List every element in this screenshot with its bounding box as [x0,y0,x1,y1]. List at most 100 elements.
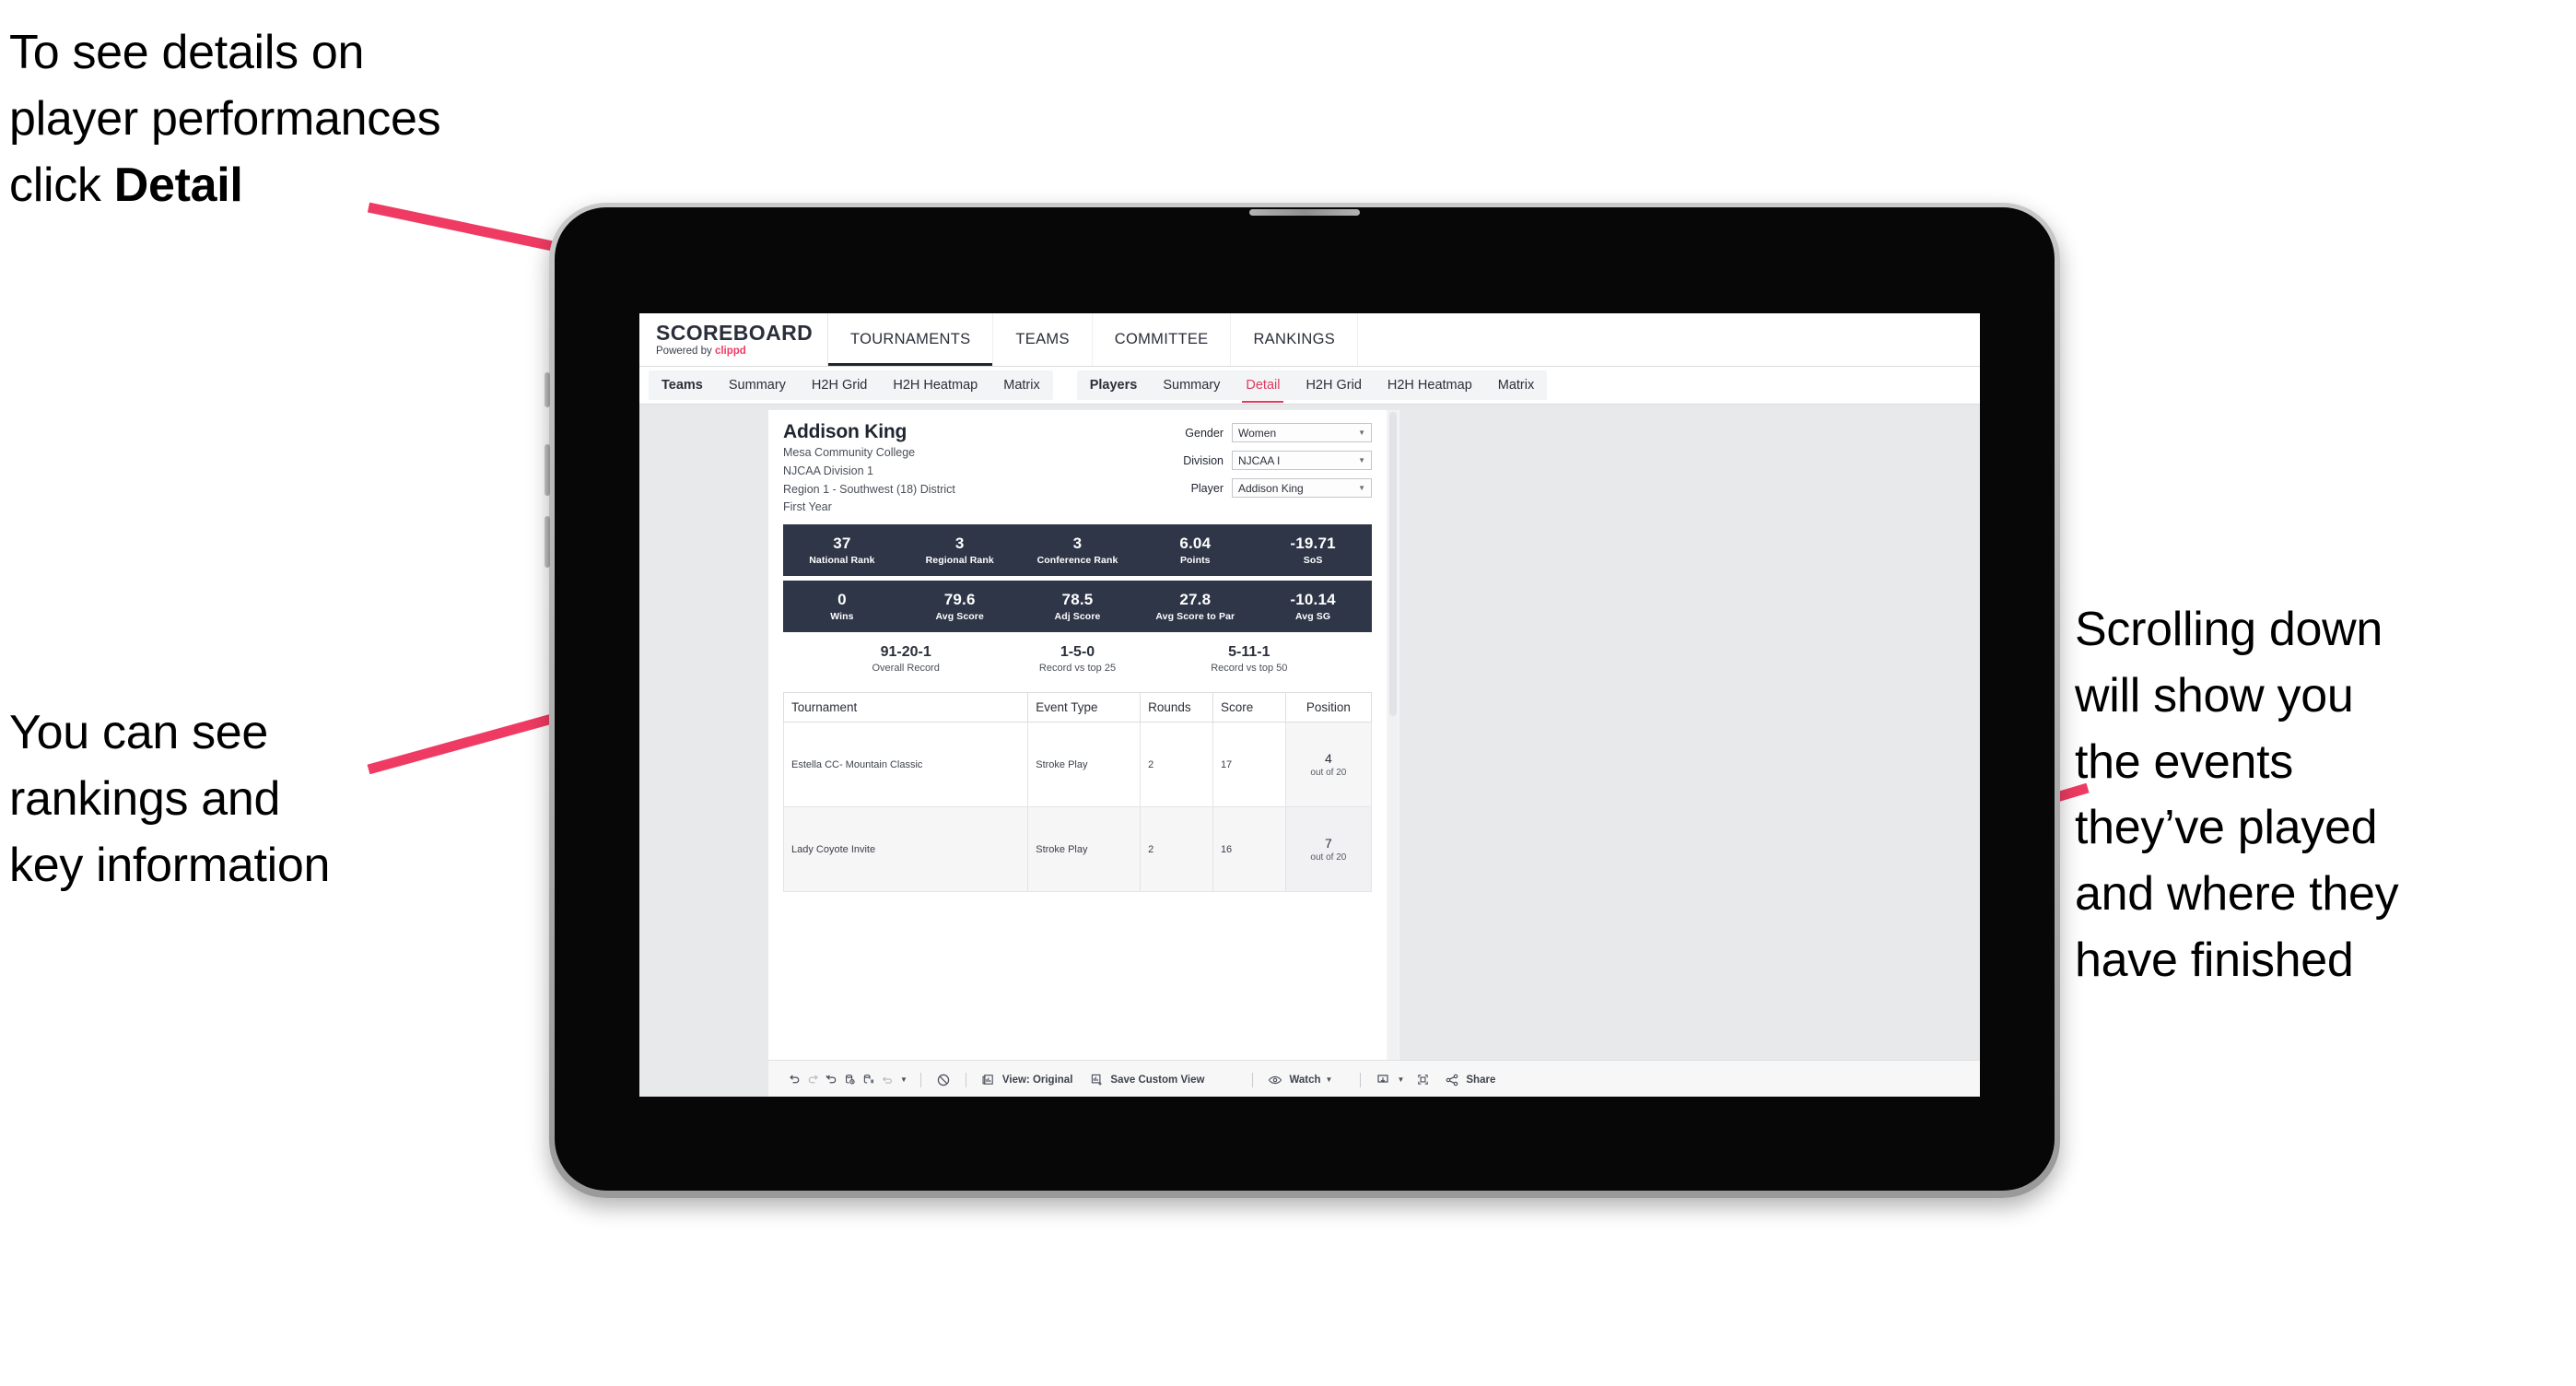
tablet-power-button[interactable] [544,372,550,407]
player-header: Addison King Mesa Community College NJCA… [783,421,1372,516]
subtab-players-h2h-heatmap[interactable]: H2H Heatmap [1375,370,1485,400]
brand-logo[interactable]: SCOREBOARD Powered by clippd [639,313,828,366]
player-region: Region 1 - Southwest (18) District [783,482,955,496]
col-rounds[interactable]: Rounds [1140,692,1213,723]
filter-player-value: Addison King [1238,481,1304,495]
pause-data-icon[interactable] [859,1071,877,1089]
stat-label: Adj Score [1054,611,1101,623]
player-identity: Addison King Mesa Community College NJCA… [783,421,955,516]
filter-gender-label: Gender [1185,426,1224,440]
cell-tournament: Estella CC- Mountain Classic [782,722,1029,808]
toolbar-divider [919,1072,921,1087]
table-row[interactable]: Lady Coyote Invite Stroke Play 2 16 7 ou… [782,806,1373,893]
tablet-volume-down-button[interactable] [544,516,550,568]
pause-updates-icon[interactable] [877,1071,896,1089]
stat-national-rank: 37 National Rank [783,534,901,567]
chevron-down-icon: ▼ [1358,456,1365,464]
filter-division-value: NJCAA I [1238,453,1281,467]
share-icon [1443,1071,1461,1089]
stat-value: -10.14 [1290,590,1336,608]
redo-icon[interactable] [803,1071,822,1089]
fullscreen-icon[interactable] [1413,1071,1432,1089]
filter-gender-select[interactable]: Women ▼ [1232,423,1372,442]
top-navigation-bar: SCOREBOARD Powered by clippd TOURNAMENTS… [639,313,1980,367]
dashboard-canvas: Addison King Mesa Community College NJCA… [639,405,1980,1097]
highlight-icon[interactable] [934,1071,953,1089]
save-custom-view-button[interactable]: Save Custom View [1087,1071,1204,1089]
download-icon[interactable] [1374,1071,1392,1089]
share-button[interactable]: Share [1443,1071,1495,1089]
nav-tournaments[interactable]: TOURNAMENTS [828,313,994,366]
cell-tournament: Lady Coyote Invite [782,806,1029,893]
filter-player-label: Player [1190,481,1224,495]
stat-label: Avg Score [935,611,984,623]
filter-player: Player Addison King ▼ [1142,478,1372,498]
chevron-down-icon: ▼ [1358,429,1365,437]
record-label: Overall Record [872,663,940,675]
filter-player-select[interactable]: Addison King ▼ [1232,478,1372,498]
player-name: Addison King [783,421,907,442]
refresh-data-icon[interactable] [840,1071,859,1089]
record-value: 91-20-1 [880,644,931,661]
stat-label: Avg SG [1295,611,1331,623]
tournament-results-table: Tournament Event Type Rounds Score Posit… [782,692,1373,893]
cell-event-type: Stroke Play [1027,806,1142,893]
sub-nav-players-group: Players Summary Detail H2H Grid H2H Heat… [1076,370,1548,403]
nav-teams[interactable]: TEAMS [993,313,1093,366]
table-row[interactable]: Estella CC- Mountain Classic Stroke Play… [782,722,1373,808]
col-tournament[interactable]: Tournament [782,692,1029,723]
record-overall: 91-20-1 Overall Record [820,643,991,674]
stat-value: 27.8 [1179,590,1212,608]
subtab-players-h2h-grid[interactable]: H2H Grid [1293,370,1374,400]
col-position[interactable]: Position [1284,692,1373,723]
player-division: NJCAA Division 1 [783,464,873,477]
stat-wins: 0 Wins [783,591,901,623]
sheet-scrollbar-thumb[interactable] [1389,412,1397,716]
undo-icon[interactable] [785,1071,803,1089]
nav-committee[interactable]: COMMITTEE [1093,313,1232,366]
position-field-size: out of 20 [1310,852,1347,863]
revert-icon[interactable] [822,1071,840,1089]
stat-label: Wins [830,611,854,623]
brand-subtitle: Powered by clippd [656,346,827,358]
stats-row-rankings: 37 National Rank 3 Regional Rank 3 Confe… [783,524,1372,577]
cell-score: 17 [1212,722,1286,808]
tablet-volume-up-button[interactable] [544,444,550,496]
stat-sos: -19.71 SoS [1254,534,1372,567]
position-number: 7 [1324,836,1332,852]
watch-button[interactable]: Watch ▼ [1266,1071,1332,1089]
subtab-teams-summary[interactable]: Summary [716,370,799,400]
filter-division-select[interactable]: NJCAA I ▼ [1232,451,1372,470]
tablet-screen: SCOREBOARD Powered by clippd TOURNAMENTS… [639,313,1980,1097]
stats-row-scoring: 0 Wins 79.6 Avg Score 78.5 Adj Score 27.… [783,581,1372,633]
subtab-players-summary[interactable]: Summary [1150,370,1233,400]
annotation-detail-bold: Detail [113,158,243,212]
nav-rankings[interactable]: RANKINGS [1231,313,1359,366]
pause-dropdown-caret-icon[interactable]: ▼ [900,1075,907,1084]
record-vs-top-25: 1-5-0 Record vs top 25 [991,643,1163,674]
subtab-teams[interactable]: Teams [649,370,716,400]
stat-regional-rank: 3 Regional Rank [901,534,1019,567]
subtab-teams-matrix[interactable]: Matrix [990,370,1052,400]
position-number: 4 [1324,751,1332,767]
col-score[interactable]: Score [1212,692,1286,723]
view-original-label: View: Original [1001,1074,1073,1086]
filter-division: Division NJCAA I ▼ [1142,451,1372,470]
col-event-type[interactable]: Event Type [1027,692,1142,723]
download-dropdown-caret-icon[interactable]: ▼ [1397,1075,1404,1084]
subtab-players-detail[interactable]: Detail [1233,370,1293,403]
filter-gender: Gender Women ▼ [1142,423,1372,442]
sub-navigation-bar: Teams Summary H2H Grid H2H Heatmap Matri… [639,367,1980,405]
watch-dropdown-caret-icon[interactable]: ▼ [1326,1075,1333,1084]
view-original-button[interactable]: View: Original [979,1071,1072,1089]
subtab-players-matrix[interactable]: Matrix [1485,370,1547,400]
record-value: 5-11-1 [1228,644,1270,661]
sheet-scrollbar[interactable] [1388,410,1398,1060]
stat-value: 78.5 [1061,590,1094,608]
subtab-teams-h2h-grid[interactable]: H2H Grid [799,370,880,400]
subtab-teams-h2h-heatmap[interactable]: H2H Heatmap [880,370,990,400]
record-value: 1-5-0 [1060,644,1095,661]
subtab-players[interactable]: Players [1077,370,1151,400]
stat-conference-rank: 3 Conference Rank [1019,534,1137,567]
stat-value: 79.6 [943,590,976,608]
